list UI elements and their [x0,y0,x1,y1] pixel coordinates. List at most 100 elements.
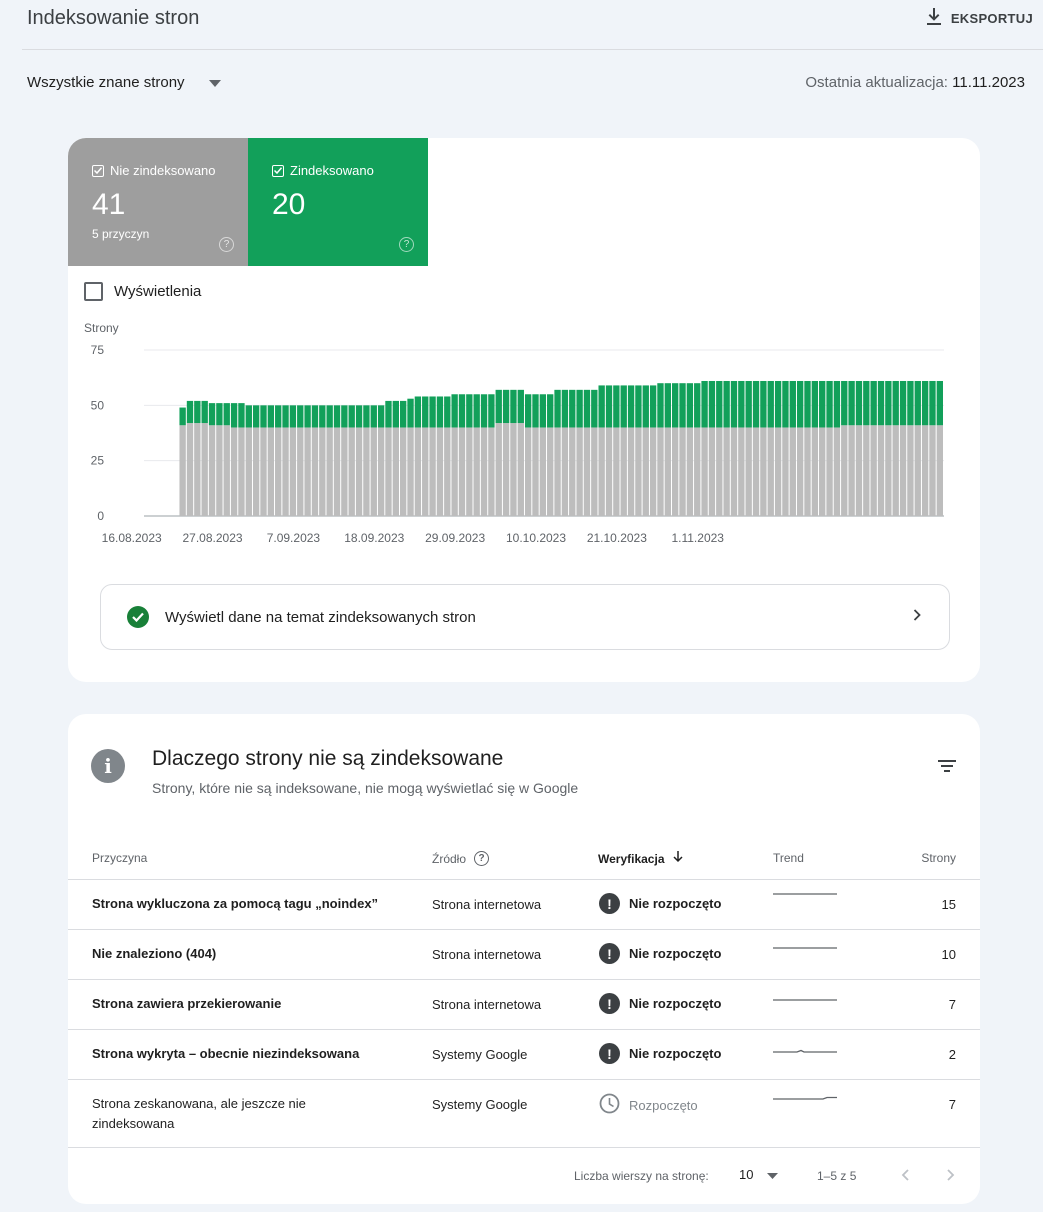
bar-segment [627,385,635,428]
bar-segment [186,400,194,424]
bar-segment [363,427,370,516]
impressions-toggle[interactable]: Wyświetlenia [84,282,201,301]
rows-per-page-select[interactable]: 10 [739,1167,779,1182]
bar-segment [252,427,260,516]
pages-filter-dropdown[interactable]: Wszystkie znane strony [27,74,221,91]
bar-segment [613,427,620,516]
checkbox-unchecked-icon[interactable] [84,282,103,301]
last-update-label: Ostatnia aktualizacja: [805,74,948,91]
bar-segment [488,394,495,428]
bar-segment [532,394,539,428]
bar-segment [620,385,627,428]
status-text: Rozpoczęto [629,1097,698,1113]
bar-segment [664,383,671,428]
bar-segment [554,427,561,516]
bar-segment [385,427,392,516]
bar-segment [877,380,885,426]
indexed-tile[interactable]: Zindeksowano 20 ? [248,138,428,266]
chevron-right-icon [913,608,921,626]
bar-segment [363,405,370,428]
pagination: Liczba wierszy na stronę: 10 1–5 z 5 [68,1162,980,1192]
bar-segment [311,427,319,516]
rows-per-page-label: Liczba wierszy na stronę: [574,1169,709,1183]
table-row[interactable]: Nie znaleziono (404) Strona internetowa … [68,930,980,980]
x-tick-label: 18.09.2023 [344,531,404,545]
bar-segment [319,427,326,516]
filter-icon[interactable] [938,759,956,777]
bar-segment [826,427,833,516]
bar-segment [811,380,819,428]
table-row[interactable]: Strona wykluczona za pomocą tagu „noinde… [68,880,980,930]
y-axis-label: Strony [84,321,119,335]
not-indexed-tile[interactable]: Nie zindeksowano 41 5 przyczyn ? [68,138,248,266]
bar-segment [304,427,311,516]
bar-segment [179,407,186,426]
checkbox-checked-icon [272,164,284,177]
source-text: Strona internetowa [432,997,542,1012]
bar-segment [517,423,524,516]
pages-chart: Strony 0 25 50 75 16.08.2023 27.08.2023 7.09.20… [84,321,944,545]
status: ! Nie rozpoczęto [599,993,721,1014]
bar-segment [826,380,833,428]
col-verification[interactable]: Weryfikacja [598,851,683,866]
bar-segment [627,427,635,516]
table-row[interactable]: Strona zeskanowana, ale jeszcze nie zind… [68,1080,980,1148]
status-text: Nie rozpoczęto [629,946,722,961]
bar-segment [863,425,870,516]
bar-segment [635,427,642,516]
pages-filter-value: Wszystkie znane strony [27,74,185,91]
reason-text: Strona zeskanowana, ale jeszcze nie zind… [92,1096,306,1131]
bar-segment [649,385,657,428]
bar-segment [819,380,826,428]
bar-segment [326,405,333,428]
bar-segment [701,427,708,516]
bar-segment [422,427,429,516]
pages-count: 7 [948,1097,956,1112]
pages-count: 2 [948,1047,956,1062]
reasons-card: i Dlaczego strony nie są zindeksowane St… [68,714,980,1204]
bar-segment [569,427,576,516]
bar-segment [716,380,723,428]
view-indexed-data-button[interactable]: Wyświetl dane na temat zindeksowanych st… [100,584,950,650]
trend-sparkline [773,988,837,1011]
bar-segment [892,425,899,516]
bar-segment [708,427,716,516]
bar-segment [782,427,789,516]
bar-segment [524,427,532,516]
bar-segment [377,405,385,428]
bar-segment [179,425,186,516]
export-button[interactable]: EKSPORTUJ [926,8,1033,29]
bar-segment [774,427,782,516]
chevron-right-icon[interactable] [940,1165,960,1188]
bar-segment [694,383,701,428]
status-text: Nie rozpoczęto [629,896,722,911]
chevron-left-icon[interactable] [896,1165,916,1188]
bar-segment [598,427,605,516]
source-text: Systemy Google [432,1097,528,1112]
bar-segment [407,427,414,516]
bar-segment [789,427,796,516]
bar-segment [921,425,929,516]
status: ! Nie rozpoczęto [599,1043,721,1064]
help-icon[interactable]: ? [399,237,414,252]
col-reason[interactable]: Przyczyna [92,851,147,865]
bar-segment [473,394,480,428]
bar-segment [238,403,245,428]
help-icon[interactable]: ? [474,851,490,866]
bar-segment [539,394,547,428]
table-row[interactable]: Strona zawiera przekierowanie Strona int… [68,980,980,1030]
checkbox-checked-icon [92,164,104,177]
x-tick-label: 1.11.2023 [671,531,724,545]
source-text: Strona internetowa [432,897,542,912]
table-row[interactable]: Strona wykryta – obecnie niezindeksowana… [68,1030,980,1080]
col-pages[interactable]: Strony [921,851,956,865]
last-update-date: 11.11.2023 [952,74,1025,91]
bar-segment [848,380,855,426]
bar-segment [767,427,774,516]
bar-segment [921,380,929,426]
help-icon[interactable]: ? [219,237,234,252]
bar-segment [914,380,921,426]
bar-segment [238,427,245,516]
bar-segment [194,400,201,424]
col-source[interactable]: Źródło ? [432,851,490,866]
